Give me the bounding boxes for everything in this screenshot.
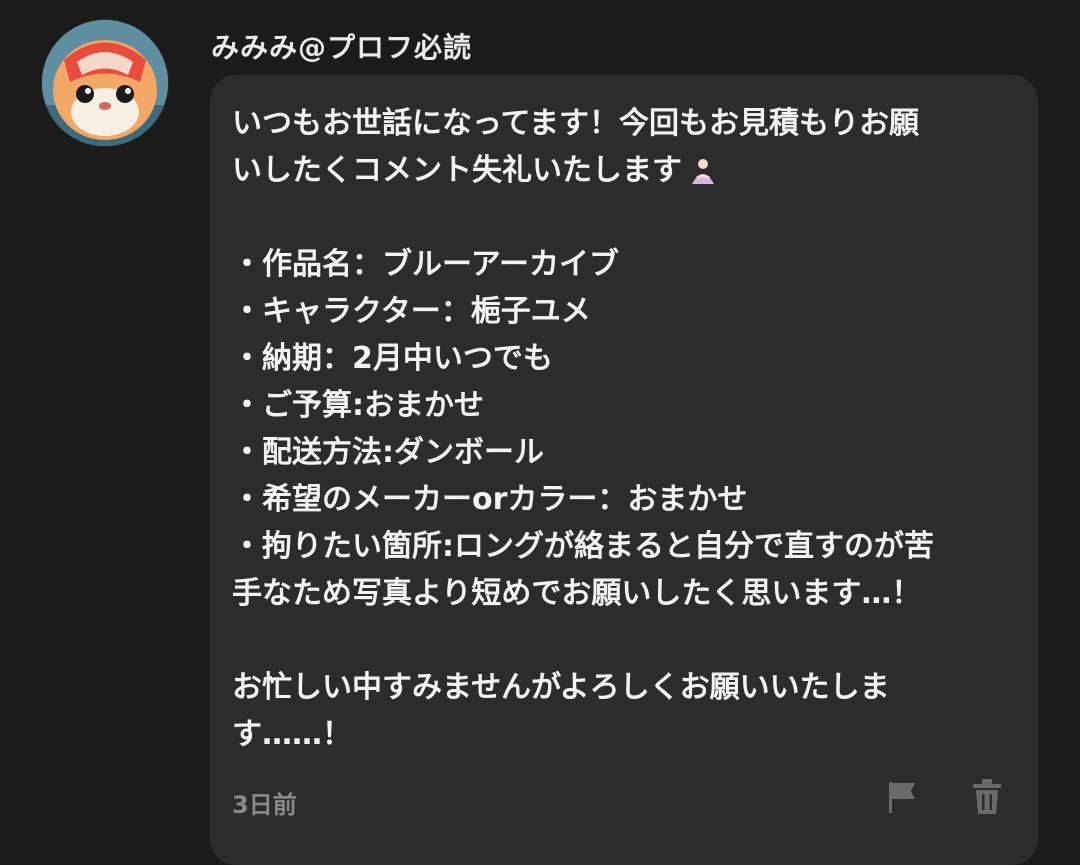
trash-icon bbox=[973, 779, 1001, 814]
comment-line: 手なため写真より短めでお願いしたく思います…！ bbox=[232, 576, 922, 611]
person-bowing-emoji bbox=[686, 152, 720, 186]
hamster-avatar-image bbox=[42, 20, 168, 146]
comment-line-with-emoji: いしたくコメント失礼いたします bbox=[232, 147, 1022, 194]
flag-icon bbox=[889, 782, 915, 813]
comment-line: お忙しい中すみませんがよろしくお願いいたしま bbox=[232, 670, 890, 705]
comment-line: いしたくコメント失礼いたします bbox=[232, 153, 682, 188]
comment-username[interactable]: みみみ@プロフ必読 bbox=[211, 26, 472, 66]
report-button[interactable] bbox=[880, 775, 924, 819]
comment-timestamp: 3日前 bbox=[232, 791, 297, 819]
delete-button[interactable] bbox=[965, 775, 1009, 819]
comment-line: す……！ bbox=[232, 717, 352, 752]
comment-line: ・納期：2月中いつでも bbox=[232, 341, 553, 376]
comment-body: いつもお世話になってます！今回もお見積もりお願 いしたくコメント失礼いたします … bbox=[232, 100, 1022, 758]
comment-line: ・拘りたい箇所:ロングが絡まると自分で直すのが苦 bbox=[232, 529, 934, 564]
comment-line: ・希望のメーカーorカラー：おまかせ bbox=[232, 482, 748, 517]
comment-line: ・配送方法:ダンボール bbox=[232, 435, 544, 470]
comment-line: ・ご予算:おまかせ bbox=[232, 388, 484, 423]
comment-line: ・キャラクター：梔子ユメ bbox=[232, 294, 591, 329]
avatar[interactable] bbox=[42, 20, 168, 146]
comment-line: ・作品名：ブルーアーカイブ bbox=[232, 247, 619, 282]
comment-line: いつもお世話になってます！今回もお見積もりお願 bbox=[232, 106, 919, 141]
